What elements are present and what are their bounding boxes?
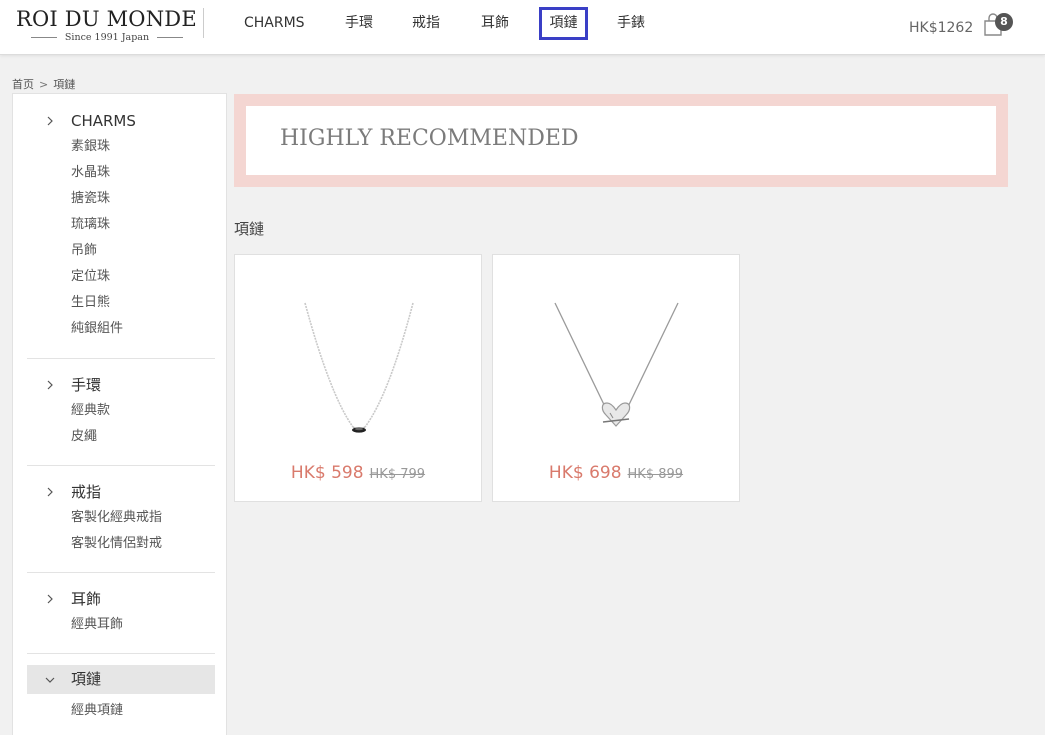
product-price: HK$ 598 — [290, 463, 364, 483]
price-row: HK$ 698 HK$ 899 — [493, 463, 739, 483]
sidebar-category-rings: 戒指 客製化經典戒指 客製化情侶對戒 — [27, 479, 215, 557]
sidebar-category-header[interactable]: 手環 — [27, 372, 215, 398]
sidebar-category-label: 項鏈 — [71, 670, 102, 688]
chevron-right-icon — [47, 380, 53, 390]
sidebar-subitem[interactable]: 素銀珠 — [27, 134, 215, 160]
sidebar-category-earrings: 耳飾 經典耳飾 — [27, 586, 215, 638]
price-row: HK$ 598 HK$ 799 — [235, 463, 481, 483]
breadcrumb-current: 項鏈 — [53, 78, 76, 91]
section-title: 項鏈 — [234, 220, 265, 238]
sidebar-subitem[interactable]: 定位珠 — [27, 264, 215, 290]
product-card[interactable]: HK$ 598 HK$ 799 — [234, 254, 482, 502]
sidebar-category-header-active[interactable]: 項鏈 — [27, 665, 215, 694]
sidebar-subitem[interactable]: 客製化情侶對戒 — [27, 531, 215, 557]
nav-rings[interactable]: 戒指 — [412, 14, 440, 32]
breadcrumb: 首页 > 項鏈 — [12, 76, 75, 92]
sidebar-category-label: 戒指 — [71, 483, 102, 501]
sidebar-subitem[interactable]: 琉璃珠 — [27, 212, 215, 238]
breadcrumb-home[interactable]: 首页 — [12, 78, 34, 91]
product-original-price: HK$ 799 — [369, 467, 426, 482]
site-header: ROI DU MONDE Since 1991 Japan CHARMS 手環 … — [0, 0, 1045, 55]
sidebar-subitem[interactable]: 經典款 — [27, 398, 215, 424]
product-image-necklace-heart[interactable] — [493, 255, 741, 455]
banner-inner: HIGHLY RECOMMENDED — [246, 106, 996, 175]
sidebar-category-header[interactable]: 耳飾 — [27, 586, 215, 612]
product-card[interactable]: HK$ 698 HK$ 899 — [492, 254, 740, 502]
nav-necklaces[interactable]: 項鏈 — [539, 7, 588, 40]
nav-earrings[interactable]: 耳飾 — [481, 14, 509, 32]
cart-total[interactable]: HK$1262 — [909, 20, 973, 36]
nav-charms[interactable]: CHARMS — [244, 14, 305, 32]
sidebar-subitem[interactable]: 客製化經典戒指 — [27, 505, 215, 531]
brand-logo[interactable]: ROI DU MONDE Since 1991 Japan — [16, 6, 202, 46]
chevron-right-icon — [47, 116, 53, 126]
nav-bracelets[interactable]: 手環 — [345, 14, 373, 32]
sidebar-category-header[interactable]: 戒指 — [27, 479, 215, 505]
product-price: HK$ 698 — [548, 463, 622, 483]
cart-count-badge: 8 — [995, 13, 1013, 31]
sidebar-subitem[interactable]: 皮繩 — [27, 424, 215, 450]
category-sidebar: CHARMS 素銀珠 水晶珠 搪瓷珠 琉璃珠 吊飾 定位珠 生日熊 純銀組件 手… — [12, 93, 227, 735]
sidebar-divider — [27, 653, 215, 654]
sidebar-category-header[interactable]: CHARMS — [27, 108, 215, 134]
sidebar-category-necklaces: 項鏈 經典項鏈 — [27, 665, 215, 724]
sidebar-category-charms: CHARMS 素銀珠 水晶珠 搪瓷珠 琉璃珠 吊飾 定位珠 生日熊 純銀組件 — [27, 108, 215, 342]
logo-divider — [203, 8, 204, 38]
sidebar-subitem[interactable]: 純銀組件 — [27, 316, 215, 342]
recommended-banner: HIGHLY RECOMMENDED — [234, 94, 1008, 187]
banner-title: HIGHLY RECOMMENDED — [280, 126, 579, 151]
product-original-price: HK$ 899 — [627, 467, 684, 482]
logo-name: ROI DU MONDE — [16, 7, 197, 31]
sidebar-category-label: 耳飾 — [71, 590, 102, 608]
breadcrumb-separator: > — [39, 78, 49, 91]
sidebar-category-label: 手環 — [71, 376, 102, 394]
sidebar-subitem[interactable]: 生日熊 — [27, 290, 215, 316]
sidebar-subitem[interactable]: 吊飾 — [27, 238, 215, 264]
nav-watches[interactable]: 手錶 — [617, 14, 645, 32]
chevron-right-icon — [47, 487, 53, 497]
chevron-right-icon — [47, 594, 53, 604]
sidebar-subitem[interactable]: 搪瓷珠 — [27, 186, 215, 212]
sidebar-category-bracelets: 手環 經典款 皮繩 — [27, 372, 215, 450]
sidebar-divider — [27, 465, 215, 466]
sidebar-subitem[interactable]: 經典項鏈 — [27, 698, 215, 724]
sidebar-divider — [27, 572, 215, 573]
sidebar-divider — [27, 358, 215, 359]
logo-tagline: Since 1991 Japan — [16, 32, 198, 43]
sidebar-subitem[interactable]: 經典耳飾 — [27, 612, 215, 638]
sidebar-category-label: CHARMS — [71, 112, 136, 130]
chevron-down-icon — [45, 677, 55, 683]
product-image-necklace-bar[interactable] — [235, 255, 483, 455]
sidebar-subitem[interactable]: 水晶珠 — [27, 160, 215, 186]
